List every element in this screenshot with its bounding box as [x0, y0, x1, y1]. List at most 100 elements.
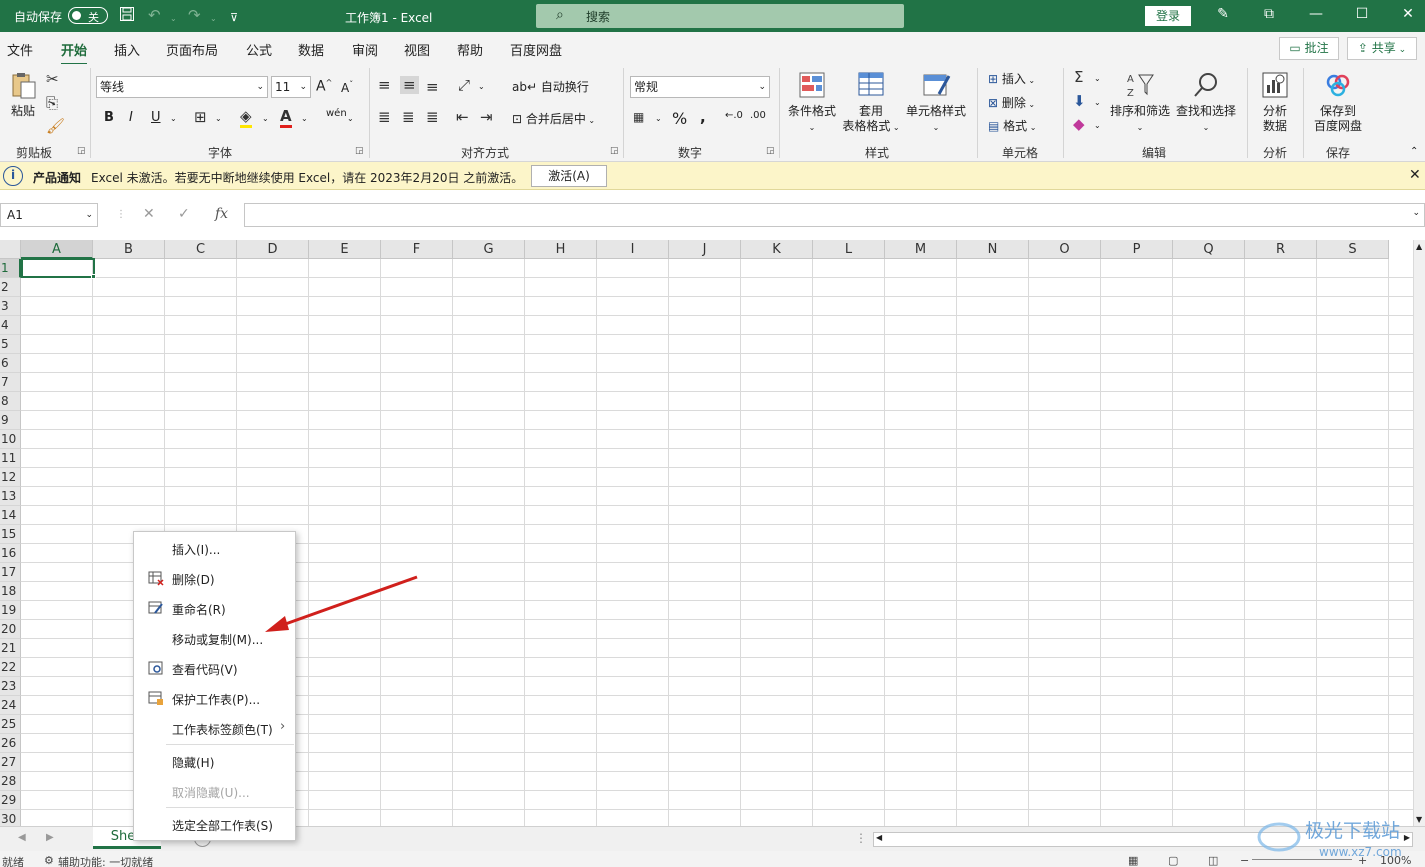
- column-header-h[interactable]: H: [525, 240, 597, 259]
- insert-cells-button[interactable]: ⊞ 插入 ⌄: [988, 70, 1035, 87]
- tab-view[interactable]: 视图: [404, 40, 430, 59]
- font-size-dropdown[interactable]: 11 ⌄: [271, 76, 311, 98]
- fill-color-icon[interactable]: ◈: [240, 107, 252, 128]
- column-header-g[interactable]: G: [453, 240, 525, 259]
- column-header-o[interactable]: O: [1029, 240, 1101, 259]
- column-header-q[interactable]: Q: [1173, 240, 1245, 259]
- redo-icon[interactable]: ↷: [188, 6, 201, 24]
- row-header-19[interactable]: 19: [0, 601, 21, 620]
- row-header-27[interactable]: 27: [0, 753, 21, 772]
- accessibility-status[interactable]: 辅助功能: 一切就绪: [58, 854, 153, 867]
- phonetic-guide-icon[interactable]: wén: [326, 108, 347, 119]
- active-cell[interactable]: [21, 258, 95, 278]
- increase-decimal-icon[interactable]: ←.0: [725, 110, 743, 121]
- increase-indent-icon[interactable]: ⇥: [480, 108, 493, 126]
- cut-icon[interactable]: ✂: [46, 70, 59, 88]
- share-button[interactable]: ⇪ 共享 ⌄: [1347, 37, 1417, 60]
- column-header-f[interactable]: F: [381, 240, 453, 259]
- row-header-4[interactable]: 4: [0, 316, 21, 335]
- next-sheet-icon[interactable]: ▶: [46, 832, 54, 843]
- scroll-up-icon[interactable]: ▲: [1416, 242, 1422, 251]
- accounting-format-icon[interactable]: ▦: [633, 110, 644, 124]
- comments-button[interactable]: ▭ 批注: [1279, 37, 1339, 60]
- number-launcher-icon[interactable]: ◲: [766, 146, 775, 156]
- menu-item-hide[interactable]: 隐藏(H): [134, 747, 295, 775]
- ribbon-display-icon[interactable]: ⧉: [1259, 6, 1279, 22]
- menu-item-view-code[interactable]: 查看代码(V): [134, 654, 295, 682]
- bold-button[interactable]: B: [104, 110, 114, 125]
- minimize-icon[interactable]: —: [1306, 6, 1326, 22]
- enter-icon[interactable]: ✓: [178, 206, 190, 222]
- row-header-7[interactable]: 7: [0, 373, 21, 392]
- tab-baidu-netdisk[interactable]: 百度网盘: [510, 40, 562, 59]
- delete-cells-button[interactable]: ⊠ 删除 ⌄: [988, 94, 1035, 111]
- redo-dropdown-icon[interactable]: ⌄: [210, 10, 217, 28]
- chevron-down-icon[interactable]: ⌄: [262, 114, 269, 123]
- alignment-launcher-icon[interactable]: ◲: [610, 146, 619, 156]
- analyze-data-button[interactable]: 分析 数据: [1255, 70, 1295, 134]
- fill-handle[interactable]: [91, 274, 96, 279]
- customize-qat-icon[interactable]: ⊽: [230, 9, 238, 27]
- vertical-scrollbar[interactable]: ▲ ▼: [1413, 240, 1425, 826]
- align-top-icon[interactable]: ≡: [378, 76, 391, 94]
- underline-button[interactable]: U: [151, 110, 161, 125]
- row-header-28[interactable]: 28: [0, 772, 21, 791]
- wrap-text-button[interactable]: ab↵ 自动换行: [512, 78, 589, 95]
- normal-view-icon[interactable]: ▦: [1128, 854, 1138, 867]
- row-header-26[interactable]: 26: [0, 734, 21, 753]
- column-header-k[interactable]: K: [741, 240, 813, 259]
- increase-font-icon[interactable]: A^: [316, 78, 332, 95]
- tab-review[interactable]: 审阅: [352, 40, 378, 59]
- login-button[interactable]: 登录: [1145, 6, 1191, 26]
- close-icon[interactable]: ✕: [1409, 167, 1421, 183]
- row-header-15[interactable]: 15: [0, 525, 21, 544]
- zoom-out-icon[interactable]: −: [1240, 854, 1249, 867]
- align-middle-icon[interactable]: ≡: [400, 76, 419, 94]
- row-header-25[interactable]: 25: [0, 715, 21, 734]
- row-header-17[interactable]: 17: [0, 563, 21, 582]
- cancel-icon[interactable]: ✕: [143, 206, 155, 222]
- column-header-n[interactable]: N: [957, 240, 1029, 259]
- menu-item-protect-sheet[interactable]: 保护工作表(P)...: [134, 684, 295, 712]
- decrease-decimal-icon[interactable]: .00: [750, 110, 766, 121]
- column-header-l[interactable]: L: [813, 240, 885, 259]
- row-header-14[interactable]: 14: [0, 506, 21, 525]
- row-header-22[interactable]: 22: [0, 658, 21, 677]
- percent-button[interactable]: %: [672, 109, 687, 128]
- save-to-baidu-button[interactable]: 保存到 百度网盘: [1310, 70, 1366, 134]
- column-header-e[interactable]: E: [309, 240, 381, 259]
- column-header-d[interactable]: D: [237, 240, 309, 259]
- sort-filter-button[interactable]: AZ 排序和筛选 ⌄: [1108, 70, 1172, 135]
- undo-dropdown-icon[interactable]: ⌄: [170, 10, 177, 28]
- merge-center-button[interactable]: ⊡ 合并后居中 ⌄: [512, 110, 595, 127]
- number-format-dropdown[interactable]: 常规 ⌄: [630, 76, 770, 98]
- conditional-format-button[interactable]: 条件格式 ⌄: [786, 70, 838, 135]
- undo-icon[interactable]: ↶: [148, 6, 161, 24]
- format-painter-icon[interactable]: 🖌: [46, 117, 65, 135]
- orientation-icon[interactable]: ⤢: [458, 76, 470, 94]
- tab-data[interactable]: 数据: [298, 40, 324, 59]
- clear-icon[interactable]: ◆: [1073, 115, 1085, 133]
- row-header-3[interactable]: 3: [0, 297, 21, 316]
- scroll-left-icon[interactable]: ◀: [876, 833, 882, 842]
- align-left-icon[interactable]: ≣: [378, 108, 391, 126]
- activate-button[interactable]: 激活(A): [531, 165, 607, 187]
- formula-input[interactable]: ⌄: [244, 203, 1425, 227]
- chevron-down-icon[interactable]: ⌄: [301, 114, 308, 123]
- column-header-b[interactable]: B: [93, 240, 165, 259]
- chevron-down-icon[interactable]: ⌄: [170, 114, 177, 123]
- tab-home[interactable]: 开始: [61, 40, 88, 66]
- font-launcher-icon[interactable]: ◲: [355, 146, 364, 156]
- column-header-c[interactable]: C: [165, 240, 237, 259]
- clipboard-launcher-icon[interactable]: ◲: [77, 146, 86, 156]
- align-center-icon[interactable]: ≣: [402, 108, 415, 126]
- chevron-down-icon[interactable]: ⌄: [1094, 74, 1101, 83]
- find-select-button[interactable]: 查找和选择 ⌄: [1174, 70, 1238, 135]
- align-right-icon[interactable]: ≣: [426, 108, 439, 126]
- decrease-font-icon[interactable]: Aˇ: [341, 80, 353, 95]
- chevron-down-icon[interactable]: ⌄: [478, 82, 485, 91]
- decrease-indent-icon[interactable]: ⇤: [456, 108, 469, 126]
- column-header-i[interactable]: I: [597, 240, 669, 259]
- row-header-30[interactable]: 30: [0, 810, 21, 826]
- insert-function-icon[interactable]: fx: [215, 206, 228, 222]
